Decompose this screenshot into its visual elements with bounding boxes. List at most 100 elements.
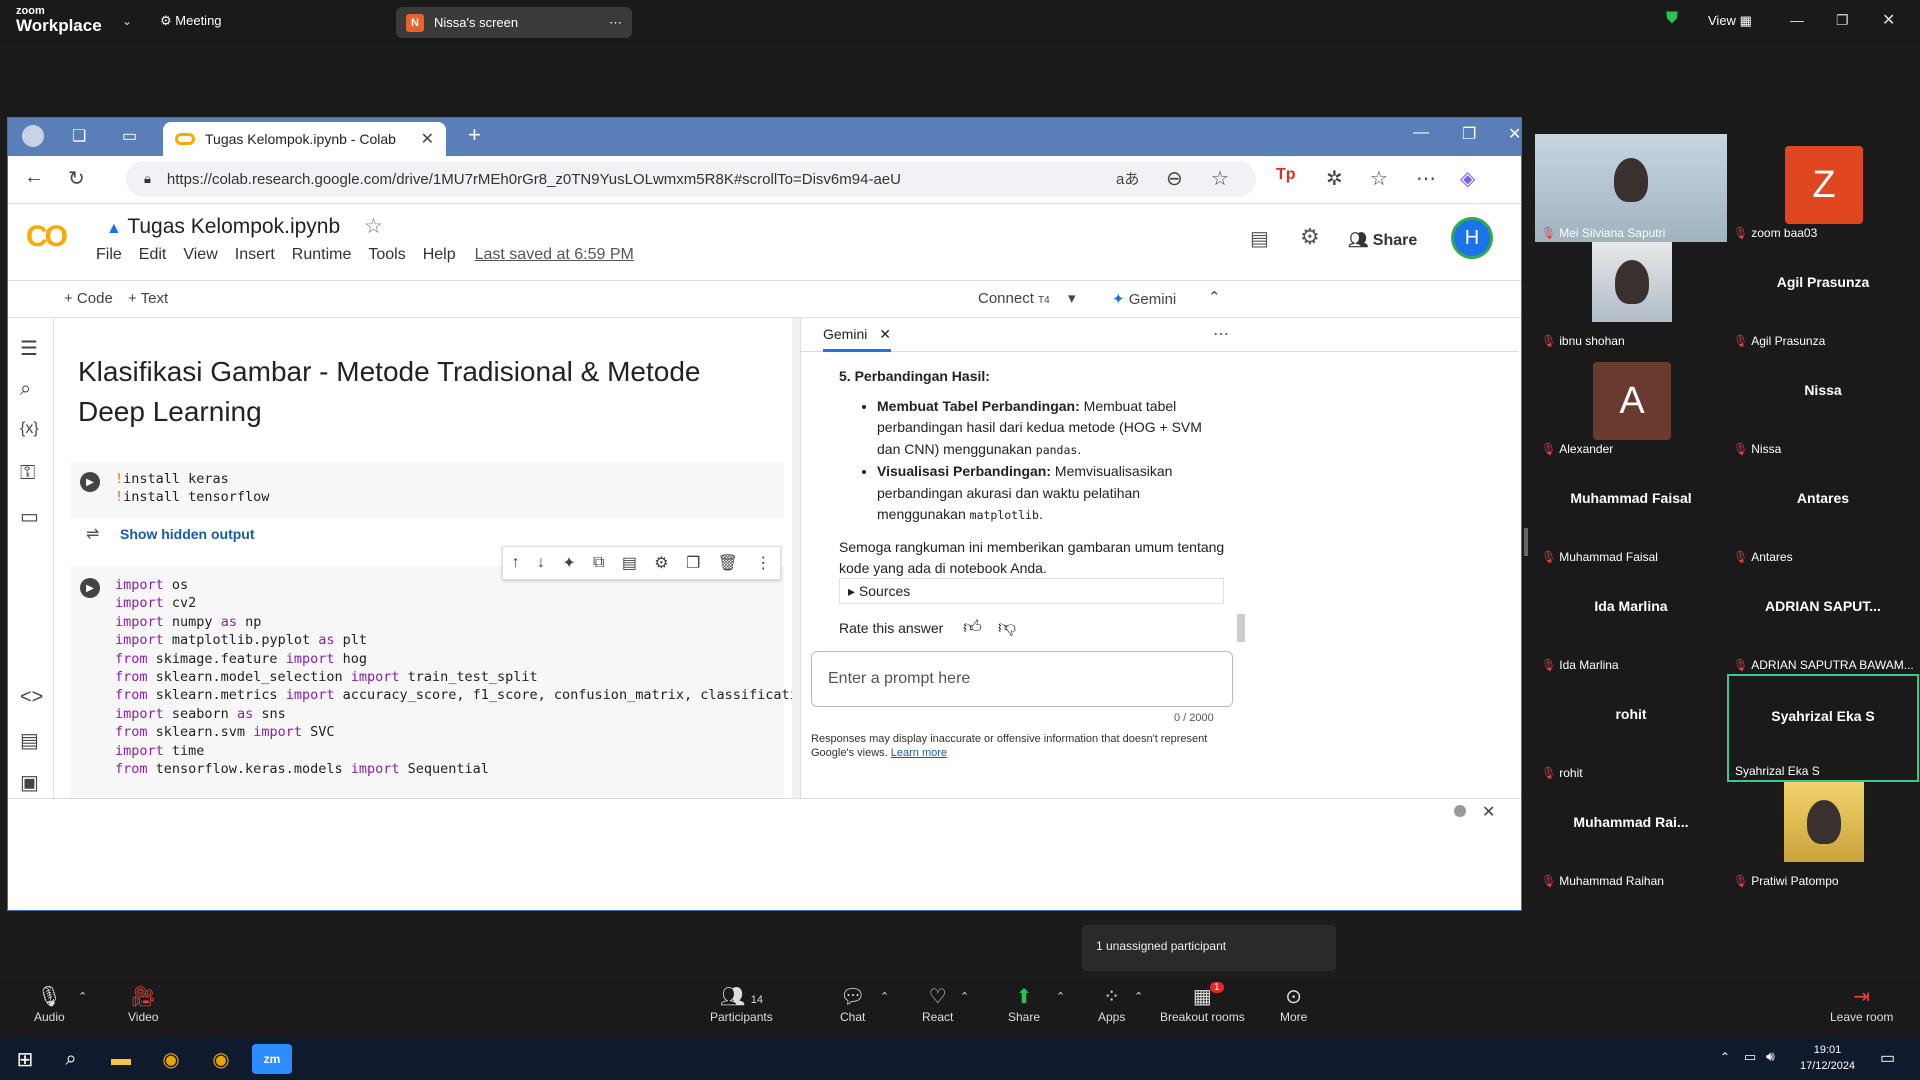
chrome-profile-icon[interactable]: ◉	[206, 1044, 236, 1074]
taskbar-clock[interactable]: 19:01 17/12/2024	[1800, 1042, 1855, 1074]
gemini-button[interactable]: ✦ Gemini	[1112, 290, 1176, 308]
add-code-button[interactable]: + Code	[64, 290, 113, 307]
search-icon[interactable]: ⌕	[56, 1044, 86, 1074]
menu-file[interactable]: File	[96, 246, 122, 264]
star-icon[interactable]: ☆	[364, 215, 383, 238]
favorite-star-icon[interactable]: ☆	[1211, 166, 1229, 191]
minimize-icon[interactable]: —	[1790, 12, 1804, 28]
leave-room-button[interactable]: ⇥ Leave room	[1830, 984, 1893, 1024]
copilot-icon[interactable]: ◈	[1460, 166, 1475, 191]
more-button[interactable]: ⊙ More	[1280, 984, 1307, 1024]
meeting-menu[interactable]: ⚙ Meeting	[160, 13, 222, 29]
link-icon[interactable]: ⧉	[593, 554, 604, 572]
learn-more-link[interactable]: Learn more	[891, 747, 947, 759]
profile-icon[interactable]	[22, 125, 44, 147]
close-status-icon[interactable]: ✕	[1482, 802, 1495, 822]
react-button[interactable]: ♡ React	[922, 984, 953, 1024]
notebook-title[interactable]: Tugas Kelompok.ipynb	[127, 215, 340, 238]
network-icon[interactable]: ▭	[1744, 1049, 1756, 1065]
menu-edit[interactable]: Edit	[139, 246, 167, 264]
windows-start-icon[interactable]: ⊞	[10, 1044, 40, 1074]
run-cell-button[interactable]: ▶	[80, 472, 100, 492]
cell-install-code[interactable]: !install keras !install tensorflow	[115, 470, 269, 507]
shared-screen-tab[interactable]: N Nissa's screen ⋯	[396, 7, 632, 38]
video-button[interactable]: 🎥︎ Video	[128, 984, 158, 1024]
code-cell-imports[interactable]: ▶ import os import cv2 import numpy as np i…	[70, 566, 792, 798]
comment-icon[interactable]: ▤	[622, 553, 637, 573]
tp-extension-icon[interactable]: Tp	[1276, 166, 1296, 184]
chat-button[interactable]: 💬︎ Chat	[840, 984, 865, 1024]
prompt-input[interactable]: Enter a prompt here	[811, 651, 1233, 707]
view-button[interactable]: View ▦	[1708, 13, 1752, 29]
participant-tile[interactable]: rohit 🎙︎ rohit	[1535, 674, 1727, 782]
address-bar[interactable]: 🔒︎ https://colab.research.google.com/dri…	[126, 161, 1256, 197]
more-options-icon[interactable]: ⋯	[609, 15, 622, 31]
colab-logo[interactable]: CO	[26, 220, 68, 254]
show-hidden-output-link[interactable]: Show hidden output	[120, 526, 255, 542]
share-button[interactable]: 👥︎ Share	[1348, 230, 1417, 250]
last-saved-link[interactable]: Last saved at 6:59 PM	[475, 246, 634, 264]
workspaces-icon[interactable]: ❏	[72, 126, 86, 146]
extension-icon[interactable]: ⊖	[1166, 166, 1183, 191]
participant-tile[interactable]: Ida Marlina 🎙︎ Ida Marlina	[1535, 566, 1727, 674]
back-icon[interactable]: ←	[24, 166, 44, 189]
participant-tile[interactable]: Antares 🎙︎ Antares	[1727, 458, 1919, 566]
close-icon[interactable]: ✕	[1882, 10, 1895, 30]
comments-icon[interactable]: ▤	[1250, 226, 1269, 251]
connect-dropdown-icon[interactable]: ▾	[1068, 289, 1076, 307]
chat-caret-icon[interactable]: ⌃	[880, 990, 889, 1003]
code-cell-install[interactable]: ▶ !install keras !install tensorflow	[70, 462, 784, 518]
restore-icon[interactable]: ❐	[1836, 12, 1849, 29]
secrets-key-icon[interactable]: ⚿	[20, 462, 35, 485]
command-palette-icon[interactable]: ▤	[20, 728, 39, 753]
share-caret-icon[interactable]: ⌃	[1056, 990, 1065, 1003]
share-screen-button[interactable]: ⬆ Share	[1008, 984, 1040, 1024]
add-text-button[interactable]: + Text	[128, 290, 168, 307]
participant-tile[interactable]: Muhammad Faisal 🎙︎ Muhammad Faisal	[1535, 458, 1727, 566]
participant-tile[interactable]: Nissa 🎙︎ Nissa	[1727, 350, 1919, 458]
account-avatar[interactable]: H	[1451, 217, 1493, 259]
participant-tile[interactable]: 🎙︎ ibnu shohan	[1535, 242, 1727, 350]
sources-expander[interactable]: ▸ Sources	[839, 578, 1224, 604]
run-cell-button[interactable]: ▶	[80, 578, 100, 598]
browser-minimize-icon[interactable]: —	[1413, 124, 1429, 142]
gemini-scrollbar[interactable]	[1237, 614, 1245, 642]
mirror-cell-icon[interactable]: ❐	[686, 553, 700, 573]
thumbs-up-icon[interactable]: 👍︎	[963, 617, 982, 637]
participant-tile[interactable]: ADRIAN SAPUT... 🎙︎ ADRIAN SAPUTRA BAWAM...	[1727, 566, 1919, 674]
chevron-down-icon[interactable]: ⌄	[122, 14, 132, 28]
participant-tile[interactable]: Syahrizal Eka S Syahrizal Eka S	[1727, 674, 1919, 782]
browser-close-icon[interactable]: ✕	[1508, 124, 1521, 144]
participant-tile[interactable]: A 🎙︎ Alexander	[1535, 350, 1727, 458]
reload-icon[interactable]: ↻	[68, 166, 85, 191]
move-down-icon[interactable]: ↓	[537, 554, 545, 572]
tray-chevron-icon[interactable]: ⌃	[1720, 1050, 1730, 1064]
table-of-contents-icon[interactable]: ☰	[20, 336, 38, 361]
apps-button[interactable]: ⁘ Apps	[1098, 984, 1125, 1024]
menu-view[interactable]: View	[183, 246, 217, 264]
variables-icon[interactable]: {x}	[20, 420, 39, 438]
notebook-heading[interactable]: Klasifikasi Gambar - Metode Tradisional …	[78, 352, 758, 432]
file-explorer-icon[interactable]: ▬	[106, 1044, 136, 1074]
panel-more-icon[interactable]: ⋯	[1213, 324, 1229, 344]
panel-resize-handle[interactable]	[1524, 528, 1528, 556]
menu-dots-icon[interactable]: ⋯	[1416, 166, 1436, 191]
delete-icon[interactable]: 🗑︎	[718, 553, 738, 573]
gemini-sparkle-icon[interactable]: ✦	[562, 553, 575, 573]
search-icon[interactable]: ⌕	[20, 378, 31, 401]
favorites-icon[interactable]: ☆	[1370, 166, 1388, 191]
breakout-rooms-button[interactable]: ▦ 1 Breakout rooms	[1160, 982, 1245, 1024]
more-vert-icon[interactable]: ⋮	[755, 553, 771, 573]
output-toggle-icon[interactable]: ⇌	[86, 524, 99, 544]
terminal-icon[interactable]: ▣	[20, 770, 39, 795]
chrome-icon[interactable]: ◉	[156, 1044, 186, 1074]
close-tab-icon[interactable]: ✕	[421, 129, 434, 149]
gemini-tab[interactable]: Gemini ✕	[823, 326, 891, 352]
apps-caret-icon[interactable]: ⌃	[1134, 990, 1143, 1003]
url-text[interactable]: https://colab.research.google.com/drive/…	[167, 171, 901, 188]
thumbs-down-icon[interactable]: 👎︎	[998, 617, 1016, 637]
audio-button[interactable]: 🎙︎ Audio	[34, 984, 65, 1024]
menu-runtime[interactable]: Runtime	[292, 246, 352, 264]
participants-button[interactable]: 👥︎ 14 Participants	[710, 984, 773, 1024]
menu-tools[interactable]: Tools	[368, 246, 405, 264]
